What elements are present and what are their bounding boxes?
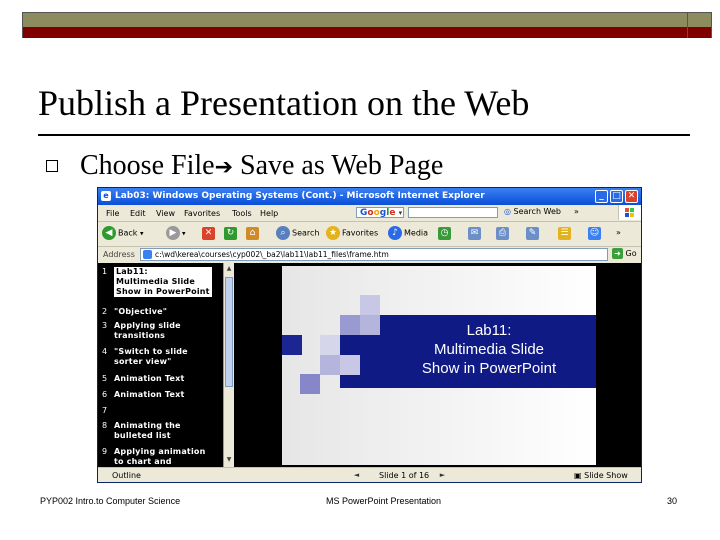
- top-decorative-bar: [22, 12, 712, 38]
- deco-block: [300, 374, 320, 394]
- right-arrow-icon: ➔: [214, 155, 233, 180]
- deco-block: [282, 335, 302, 355]
- slide-title: Publish a Presentation on the Web: [38, 83, 530, 123]
- deco-block: [320, 355, 340, 375]
- scroll-down-icon[interactable]: ▼: [225, 455, 233, 465]
- slide-show-button[interactable]: ▣ Slide Show: [574, 471, 628, 480]
- outline-item-7[interactable]: 7: [102, 406, 114, 416]
- deco-block: [340, 315, 360, 335]
- standard-toolbar: ◀ Back ▾ ▶ ▾ ✕ ↻ ⌂ ⌕ Search ★ Favorites ♪ Med…: [98, 221, 641, 247]
- back-button[interactable]: ◀ Back ▾: [102, 226, 143, 241]
- scroll-thumb[interactable]: [225, 277, 233, 387]
- outline-item-2[interactable]: 2 "Objective": [102, 307, 167, 317]
- outline-item-3[interactable]: 3 Applying slide transitions: [102, 321, 181, 341]
- deco-block: [360, 295, 380, 315]
- back-arrow-icon: ◀: [102, 226, 116, 240]
- slide-counter: Slide 1 of 16: [379, 471, 430, 480]
- google-more-chevron-icon[interactable]: »: [574, 207, 579, 216]
- address-input[interactable]: c:\wd\kerea\courses\cyp002\_ba2\lab11\la…: [140, 248, 608, 261]
- slide-title-text: Lab11: Multimedia Slide Show in PowerPoi…: [421, 322, 557, 377]
- page-icon: [143, 250, 152, 259]
- deco-block: [340, 355, 360, 375]
- next-slide-icon[interactable]: ►: [438, 471, 447, 479]
- corner-square-top: [687, 13, 711, 27]
- footer-page-number: 30: [667, 496, 678, 506]
- search-button[interactable]: ⌕ Search: [276, 226, 319, 241]
- ie-logo-icon: e: [101, 191, 111, 201]
- menu-view[interactable]: View: [156, 209, 175, 218]
- favorites-button[interactable]: ★ Favorites: [326, 226, 378, 241]
- address-bar: Address c:\wd\kerea\courses\cyp002\_ba2\…: [98, 246, 641, 264]
- discuss-button[interactable]: ☰: [558, 227, 571, 240]
- search-icon: ⌕: [276, 226, 290, 240]
- media-button[interactable]: ♪ Media: [388, 226, 428, 241]
- outline-item-6[interactable]: 6 Animation Text: [102, 390, 185, 400]
- slide-canvas: Lab11: Multimedia Slide Show in PowerPoi…: [282, 266, 596, 465]
- deco-block: [360, 315, 380, 335]
- deco-block: [320, 335, 340, 355]
- outline-item-4[interactable]: 4 "Switch to slide sorter view": [102, 347, 188, 367]
- history-button[interactable]: ◷: [438, 227, 451, 240]
- viewer-status-bar: Outline ◄ Slide 1 of 16 ► ▣ Slide Show: [98, 467, 641, 482]
- edit-button[interactable]: ✎: [526, 227, 539, 240]
- slide-viewer: Lab11: Multimedia Slide Show in PowerPoi…: [234, 263, 641, 467]
- olive-stripe: [23, 13, 711, 28]
- forward-button[interactable]: ▶ ▾: [166, 226, 186, 241]
- chevron-down-icon: ▾: [398, 209, 403, 217]
- google-search-web-button[interactable]: ◎ Search Web: [504, 207, 561, 216]
- bullet-square-icon: [46, 160, 58, 172]
- menu-help[interactable]: Help: [260, 209, 278, 218]
- print-button[interactable]: ⎙: [496, 227, 509, 240]
- minimize-button[interactable]: _: [595, 190, 608, 203]
- prev-slide-icon[interactable]: ◄: [352, 471, 361, 479]
- star-icon: ★: [326, 226, 340, 240]
- refresh-button[interactable]: ↻: [224, 227, 237, 240]
- close-button[interactable]: ✕: [625, 190, 638, 203]
- address-value: c:\wd\kerea\courses\cyp002\_ba2\lab11\la…: [155, 250, 389, 259]
- menu-file[interactable]: File: [106, 209, 119, 218]
- menu-bar: File Edit View Favorites Tools Help Goog…: [98, 205, 641, 222]
- scroll-up-icon[interactable]: ▲: [225, 264, 233, 274]
- corner-square-bottom: [687, 27, 711, 38]
- home-button[interactable]: ⌂: [246, 227, 259, 240]
- bullet-text: Choose File➔ Save as Web Page: [80, 150, 443, 182]
- bullet-text-part1: Choose File: [80, 150, 215, 181]
- outline-scrollbar[interactable]: ▲ ▼: [223, 263, 234, 467]
- go-arrow-icon: ➜: [612, 248, 623, 259]
- footer-subject: MS PowerPoint Presentation: [326, 496, 442, 506]
- outline-item-5[interactable]: 5 Animation Text: [102, 374, 185, 384]
- mail-button[interactable]: ✉: [468, 227, 481, 240]
- window-titlebar: e Lab03: Windows Operating Systems (Cont…: [98, 188, 641, 205]
- toolbar-more-chevron-icon[interactable]: »: [616, 226, 621, 240]
- outline-pane: 1 Lab11: Multimedia Slide Show in PowerPo…: [98, 263, 234, 467]
- maximize-button[interactable]: □: [610, 190, 623, 203]
- outline-item-9[interactable]: 9 Applying animation to chart and: [102, 447, 205, 467]
- stop-button[interactable]: ✕: [202, 227, 215, 240]
- google-search-input[interactable]: [408, 207, 498, 218]
- ie-window: e Lab03: Windows Operating Systems (Cont…: [97, 187, 642, 483]
- messenger-button[interactable]: ☺: [588, 227, 601, 240]
- menu-favorites[interactable]: Favorites: [184, 209, 220, 218]
- media-icon: ♪: [388, 226, 402, 240]
- go-button[interactable]: ➜ Go: [612, 248, 637, 259]
- title-underline: [38, 134, 690, 136]
- footer-course: PYP002 Intro.to Computer Science: [40, 496, 181, 506]
- outline-item-1[interactable]: 1 Lab11: Multimedia Slide Show in PowerPo…: [102, 267, 212, 297]
- chevron-down-icon: ▾: [182, 229, 186, 238]
- window-title: Lab03: Windows Operating Systems (Cont.)…: [115, 191, 485, 201]
- menu-tools[interactable]: Tools: [232, 209, 252, 218]
- menu-edit[interactable]: Edit: [130, 209, 146, 218]
- bullet-text-part2: Save as Web Page: [233, 150, 444, 181]
- outline-toggle-button[interactable]: Outline: [112, 471, 141, 480]
- address-label: Address: [103, 250, 135, 259]
- maroon-stripe: [23, 27, 711, 38]
- projector-icon: ▣: [574, 471, 582, 480]
- outline-item-8[interactable]: 8 Animating the bulleted list: [102, 421, 181, 441]
- search-icon: ◎: [504, 207, 511, 216]
- chevron-down-icon: ▾: [139, 229, 144, 238]
- windows-flag-icon: [618, 205, 641, 220]
- forward-arrow-icon: ▶: [166, 226, 180, 240]
- google-toolbar-logo[interactable]: Google ▾: [356, 207, 404, 218]
